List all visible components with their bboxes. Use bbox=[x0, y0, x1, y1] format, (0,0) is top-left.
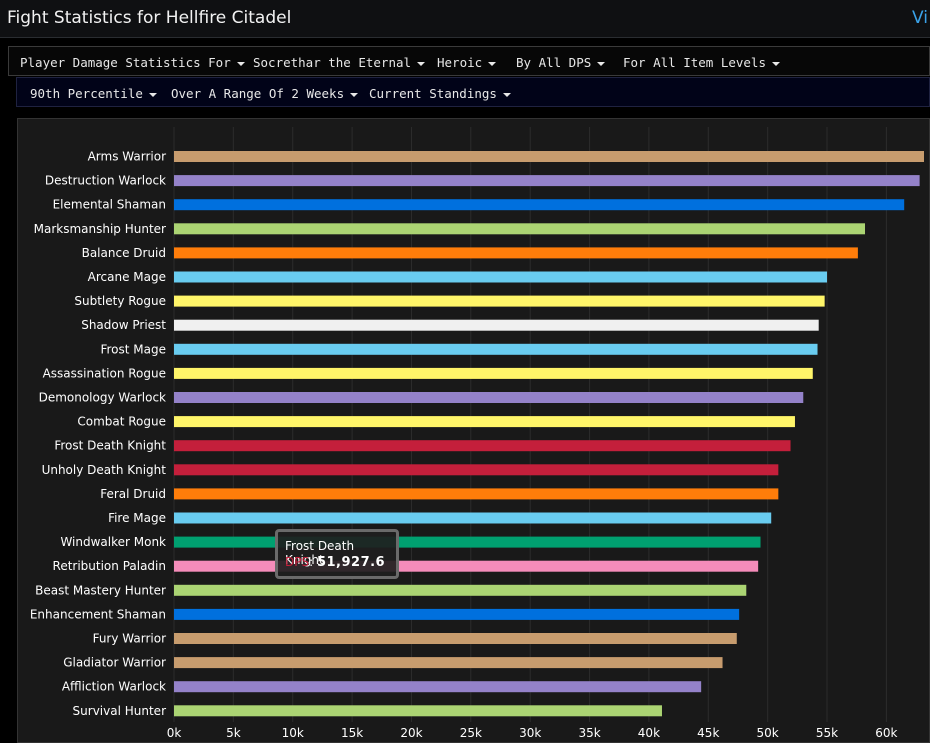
category-label: Affliction Warlock bbox=[62, 680, 166, 694]
role-filter-dropdown[interactable]: By All DPS bbox=[516, 55, 606, 70]
bar[interactable] bbox=[174, 584, 747, 596]
category-label: Demonology Warlock bbox=[39, 391, 166, 405]
category-label: Arcane Mage bbox=[88, 270, 166, 284]
category-label: Balance Druid bbox=[82, 246, 166, 260]
category-label: Survival Hunter bbox=[73, 704, 167, 718]
x-tick-label: 15k bbox=[341, 726, 363, 740]
tooltip-separator: : bbox=[309, 555, 317, 569]
bar[interactable] bbox=[174, 367, 813, 379]
bar[interactable] bbox=[174, 199, 905, 211]
x-tick-label: 35k bbox=[578, 726, 600, 740]
x-tick-label: 5k bbox=[226, 726, 241, 740]
bar[interactable] bbox=[174, 223, 866, 235]
dps-bar-chart: Arms Warrior Destruction Warlock Elemental… bbox=[30, 127, 924, 740]
bar[interactable] bbox=[174, 705, 662, 717]
bar[interactable] bbox=[174, 633, 737, 644]
item-level-filter-label: For All Item Levels bbox=[623, 55, 766, 70]
metric-filter-dropdown[interactable]: Player Damage Statistics For bbox=[20, 55, 245, 70]
chevron-down-icon bbox=[236, 61, 245, 66]
tooltip-dps-label: DPS bbox=[285, 555, 310, 569]
chevron-down-icon bbox=[148, 92, 157, 97]
chevron-down-icon bbox=[488, 61, 497, 66]
category-label: Fire Mage bbox=[108, 511, 166, 525]
category-label: Elemental Shaman bbox=[53, 198, 166, 212]
category-label: Shadow Priest bbox=[81, 318, 166, 332]
x-tick-label: 10k bbox=[282, 726, 304, 740]
bar[interactable] bbox=[174, 416, 795, 428]
x-tick-label: 45k bbox=[697, 726, 719, 740]
category-label: Frost Mage bbox=[100, 342, 166, 356]
chevron-down-icon bbox=[597, 61, 606, 66]
bar[interactable] bbox=[174, 247, 858, 259]
category-label: Fury Warrior bbox=[93, 632, 166, 646]
category-label: Destruction Warlock bbox=[45, 174, 166, 188]
category-label: Gladiator Warrior bbox=[63, 656, 166, 670]
bar[interactable] bbox=[174, 392, 804, 403]
bar[interactable] bbox=[174, 512, 772, 524]
metric-filter-label: Player Damage Statistics For bbox=[20, 55, 231, 70]
bar[interactable] bbox=[174, 319, 819, 331]
standings-filter-dropdown[interactable]: Current Standings bbox=[369, 86, 511, 101]
category-label: Windwalker Monk bbox=[60, 535, 166, 549]
boss-filter-dropdown[interactable]: Socrethar the Eternal bbox=[253, 55, 426, 70]
bar[interactable] bbox=[174, 295, 825, 307]
filter-bar-secondary: 90th Percentile Over A Range Of 2 Weeks … bbox=[16, 77, 930, 107]
bar[interactable] bbox=[174, 343, 818, 355]
category-label: Retribution Paladin bbox=[53, 559, 166, 573]
bar[interactable] bbox=[174, 681, 702, 693]
tooltip-value-line: DPS: 51,927.6 bbox=[285, 555, 385, 570]
filter-bar-primary: Player Damage Statistics For Socrethar t… bbox=[8, 46, 930, 76]
category-label: Subtlety Rogue bbox=[74, 294, 166, 308]
chevron-down-icon bbox=[417, 61, 426, 66]
chart-tooltip: Frost Death Knight DPS: 51,927.6 bbox=[275, 529, 399, 579]
difficulty-filter-dropdown[interactable]: Heroic bbox=[437, 55, 497, 70]
percentile-filter-label: 90th Percentile bbox=[30, 86, 143, 101]
category-label: Arms Warrior bbox=[88, 150, 166, 164]
bar[interactable] bbox=[174, 488, 779, 500]
item-level-filter-dropdown[interactable]: For All Item Levels bbox=[623, 55, 780, 70]
standings-filter-label: Current Standings bbox=[369, 86, 497, 101]
bar[interactable] bbox=[174, 175, 920, 187]
chevron-down-icon bbox=[772, 61, 780, 66]
x-tick-label: 25k bbox=[460, 726, 482, 740]
chart-panel: Arms Warrior Destruction Warlock Elemental… bbox=[17, 118, 930, 743]
view-link[interactable]: Vi bbox=[912, 8, 928, 28]
percentile-filter-dropdown[interactable]: 90th Percentile bbox=[30, 86, 157, 101]
category-label: Unholy Death Knight bbox=[42, 463, 167, 477]
range-filter-dropdown[interactable]: Over A Range Of 2 Weeks bbox=[171, 86, 359, 101]
category-label: Beast Mastery Hunter bbox=[35, 583, 166, 597]
bar[interactable] bbox=[174, 271, 828, 283]
category-label: Marksmanship Hunter bbox=[34, 222, 166, 236]
range-filter-label: Over A Range Of 2 Weeks bbox=[171, 86, 345, 101]
x-tick-label: 60k bbox=[875, 726, 897, 740]
bar[interactable] bbox=[174, 560, 759, 572]
title-bar: Fight Statistics for Hellfire Citadel Vi bbox=[0, 0, 930, 38]
bar[interactable] bbox=[174, 151, 924, 162]
category-label: Feral Druid bbox=[100, 487, 166, 501]
x-tick-label: 0k bbox=[167, 726, 182, 740]
bar[interactable] bbox=[174, 440, 791, 452]
bar[interactable] bbox=[174, 657, 723, 669]
category-label: Enhancement Shaman bbox=[30, 607, 166, 621]
bar[interactable] bbox=[174, 536, 761, 548]
bar[interactable] bbox=[174, 608, 740, 620]
chevron-down-icon bbox=[350, 92, 359, 97]
boss-filter-label: Socrethar the Eternal bbox=[253, 55, 412, 70]
tooltip-dps-value: 51,927.6 bbox=[316, 555, 386, 570]
x-tick-label: 50k bbox=[757, 726, 779, 740]
bar[interactable] bbox=[174, 464, 779, 476]
category-label: Assassination Rogue bbox=[43, 366, 166, 380]
x-tick-label: 55k bbox=[816, 726, 838, 740]
page-title: Fight Statistics for Hellfire Citadel bbox=[7, 8, 292, 28]
x-tick-label: 30k bbox=[519, 726, 541, 740]
x-tick-label: 20k bbox=[400, 726, 422, 740]
category-label: Frost Death Knight bbox=[54, 439, 166, 453]
category-label: Combat Rogue bbox=[77, 415, 166, 429]
chevron-down-icon bbox=[502, 92, 511, 97]
x-tick-label: 40k bbox=[638, 726, 660, 740]
role-filter-label: By All DPS bbox=[516, 55, 592, 70]
difficulty-filter-label: Heroic bbox=[437, 55, 483, 70]
